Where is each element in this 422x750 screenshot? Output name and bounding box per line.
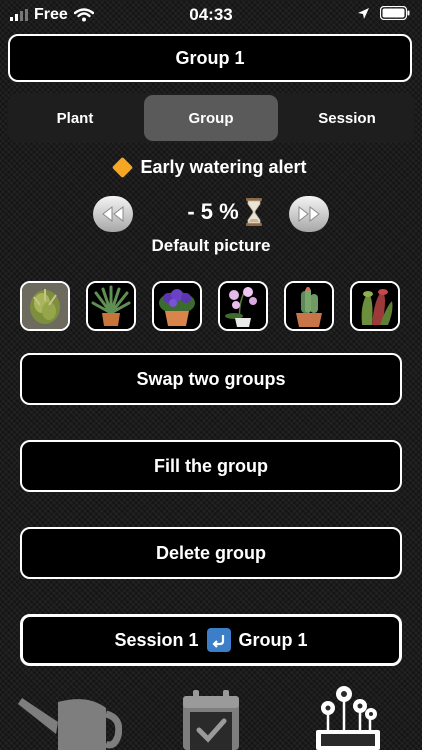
session-group-button[interactable]: Session 1 Group 1 (20, 614, 402, 666)
hourglass-icon (245, 198, 262, 226)
flowers-icon[interactable] (314, 684, 382, 750)
fill-group-label: Fill the group (154, 455, 268, 476)
tab-plant-label: Plant (56, 109, 94, 127)
thumbnail-orchid[interactable] (218, 281, 268, 331)
thumbnail-african-violet[interactable] (152, 281, 202, 331)
session-label: Session 1 (114, 629, 199, 650)
swap-groups-button[interactable]: Swap two groups (20, 353, 402, 405)
african-violet-icon (154, 283, 200, 329)
segmented-control: Plant Group Session (8, 93, 414, 143)
plant-picture-picker (20, 281, 402, 333)
alert-value-display: - 5 % (150, 198, 300, 226)
tab-group-label: Group (188, 109, 234, 127)
tab-session[interactable]: Session (280, 93, 414, 143)
pitcher-plant-icon (352, 283, 398, 329)
status-bar: Free 04:33 (0, 0, 422, 28)
rewind-icon (102, 205, 124, 223)
default-picture-label: Default picture (151, 236, 271, 255)
fill-group-button[interactable]: Fill the group (20, 440, 402, 492)
fast-forward-button[interactable] (289, 196, 329, 232)
tab-plant[interactable]: Plant (8, 93, 142, 143)
battery-icon (380, 6, 410, 20)
bottom-toolbar (0, 680, 422, 750)
delete-group-label: Delete group (155, 542, 266, 563)
thumbnail-cactus[interactable] (284, 281, 334, 331)
fast-forward-icon (298, 205, 320, 223)
tab-session-label: Session (318, 109, 376, 127)
orchid-icon (220, 283, 266, 329)
thumbnail-cannabis[interactable] (20, 281, 70, 331)
watering-can-icon[interactable] (18, 692, 122, 750)
thumbnail-aloe[interactable] (86, 281, 136, 331)
orange-diamond-icon (112, 156, 134, 179)
swap-groups-label: Swap two groups (136, 368, 286, 389)
group-name-button[interactable]: Group 1 (8, 34, 412, 82)
tab-group[interactable]: Group (144, 95, 278, 141)
group-name-label: Group 1 (175, 47, 245, 68)
cannabis-plant-icon (22, 283, 68, 329)
cactus-icon (286, 283, 332, 329)
alert-label: Early watering alert (140, 157, 307, 177)
return-arrow-icon (206, 628, 231, 652)
location-arrow-icon (358, 7, 369, 19)
delete-group-button[interactable]: Delete group (20, 527, 402, 579)
group-label: Group 1 (238, 629, 308, 650)
calendar-check-icon[interactable] (180, 688, 242, 750)
rewind-button[interactable] (93, 196, 133, 232)
thumbnail-pitcher-plant[interactable] (350, 281, 400, 331)
alert-value: - 5 % (187, 199, 239, 224)
aloe-plant-icon (88, 283, 134, 329)
early-watering-alert: Early watering alert (0, 156, 422, 179)
